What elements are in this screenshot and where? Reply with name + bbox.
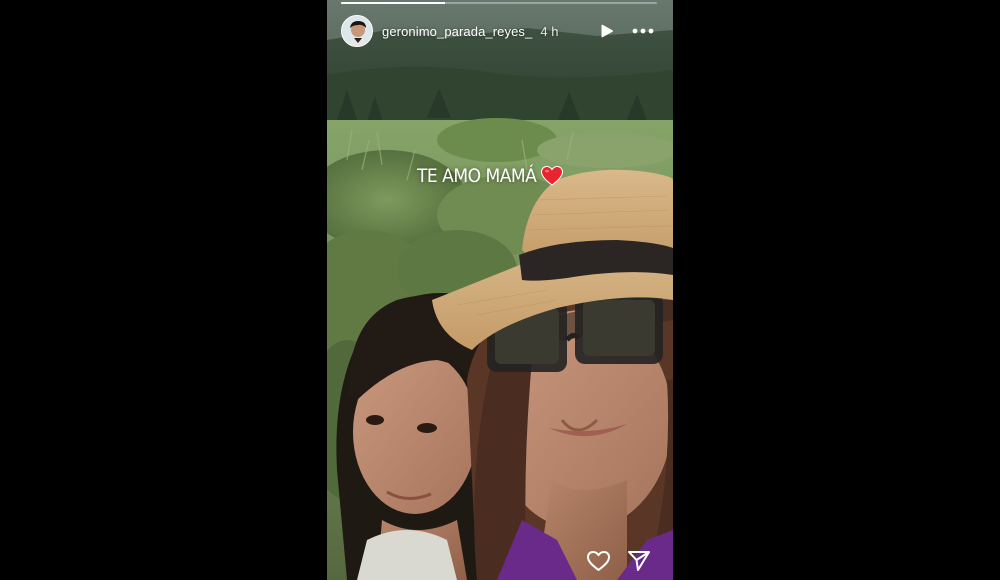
paper-plane-icon[interactable]	[627, 550, 651, 572]
play-icon[interactable]	[599, 23, 615, 39]
text-sticker: TE AMO MAMÁ	[417, 165, 564, 187]
avatar[interactable]	[341, 15, 373, 47]
story-header: geronimo_parada_reyes_ 4 h	[341, 14, 655, 48]
story-viewer[interactable]: geronimo_parada_reyes_ 4 h TE AMO MAMÁ	[327, 0, 673, 580]
story-footer-actions	[586, 550, 651, 572]
more-options-icon[interactable]	[631, 23, 655, 39]
story-timestamp: 4 h	[540, 23, 559, 39]
story-progress-fill	[341, 2, 446, 4]
avatar-image	[342, 16, 372, 46]
sticker-text: TE AMO MAMÁ	[417, 165, 537, 187]
red-heart-icon	[541, 165, 564, 186]
heart-outline-icon[interactable]	[586, 550, 611, 572]
story-photo	[327, 0, 673, 580]
username[interactable]: geronimo_parada_reyes_	[382, 24, 532, 39]
story-progress-bar	[341, 2, 657, 4]
